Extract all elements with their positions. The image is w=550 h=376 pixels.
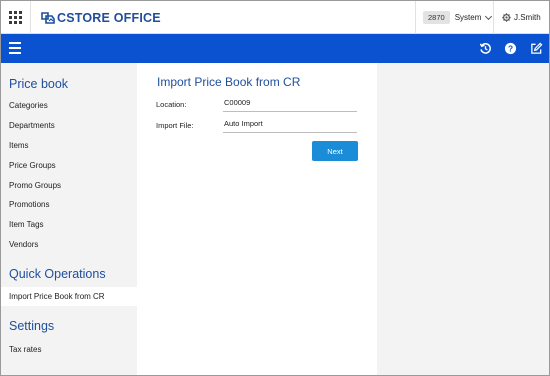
location-field[interactable]: C00009 — [223, 98, 357, 112]
store-selector[interactable]: 2870 System — [415, 1, 493, 34]
sidebar-item-items[interactable]: Items — [1, 136, 137, 155]
logo-mark-icon — [41, 12, 55, 24]
sidebar-section-title: Settings — [9, 319, 55, 333]
app-window: CSTORE OFFICE 2870 System J.Smith ? Pric… — [0, 0, 550, 376]
grid-icon — [9, 11, 22, 24]
store-number-badge: 2870 — [423, 11, 450, 24]
page-title: Import Price Book from CR — [157, 75, 301, 89]
user-menu[interactable]: J.Smith — [493, 1, 549, 34]
import-file-label: Import File: — [156, 121, 194, 130]
edit-icon[interactable] — [530, 42, 543, 55]
menu-icon[interactable] — [9, 42, 21, 54]
location-label: Location: — [156, 100, 187, 109]
sidebar-item-tax-rates[interactable]: Tax rates — [1, 340, 137, 359]
sidebar-item-promotions[interactable]: Promotions — [1, 195, 137, 214]
user-name: J.Smith — [514, 13, 541, 22]
sidebar-item-vendors[interactable]: Vendors — [1, 235, 137, 254]
top-header: CSTORE OFFICE 2870 System J.Smith — [1, 1, 549, 34]
sidebar-item-departments[interactable]: Departments — [1, 116, 137, 135]
sidebar-item-item-tags[interactable]: Item Tags — [1, 215, 137, 234]
import-file-field[interactable]: Auto Import — [223, 119, 357, 133]
logo-text: CSTORE OFFICE — [57, 11, 161, 25]
gear-icon — [502, 13, 511, 22]
logo: CSTORE OFFICE — [41, 11, 161, 25]
history-icon[interactable] — [479, 42, 492, 55]
right-panel — [377, 63, 549, 375]
sidebar-item-import-price-book[interactable]: Import Price Book from CR — [1, 287, 137, 306]
sidebar-item-promo-groups[interactable]: Promo Groups — [1, 176, 137, 195]
sidebar: Price book Categories Departments Items … — [1, 63, 137, 375]
svg-text:?: ? — [508, 43, 513, 53]
next-button[interactable]: Next — [312, 141, 358, 161]
app-launcher-button[interactable] — [1, 1, 31, 34]
sidebar-item-price-groups[interactable]: Price Groups — [1, 156, 137, 175]
main-toolbar: ? — [1, 34, 549, 63]
sidebar-section-title: Price book — [9, 77, 69, 91]
sidebar-item-categories[interactable]: Categories — [1, 96, 137, 115]
chevron-down-icon — [485, 12, 493, 20]
main-content: Import Price Book from CR Location: C000… — [137, 63, 377, 375]
sidebar-section-title: Quick Operations — [9, 267, 106, 281]
help-icon[interactable]: ? — [504, 42, 517, 55]
store-name: System — [454, 13, 482, 22]
